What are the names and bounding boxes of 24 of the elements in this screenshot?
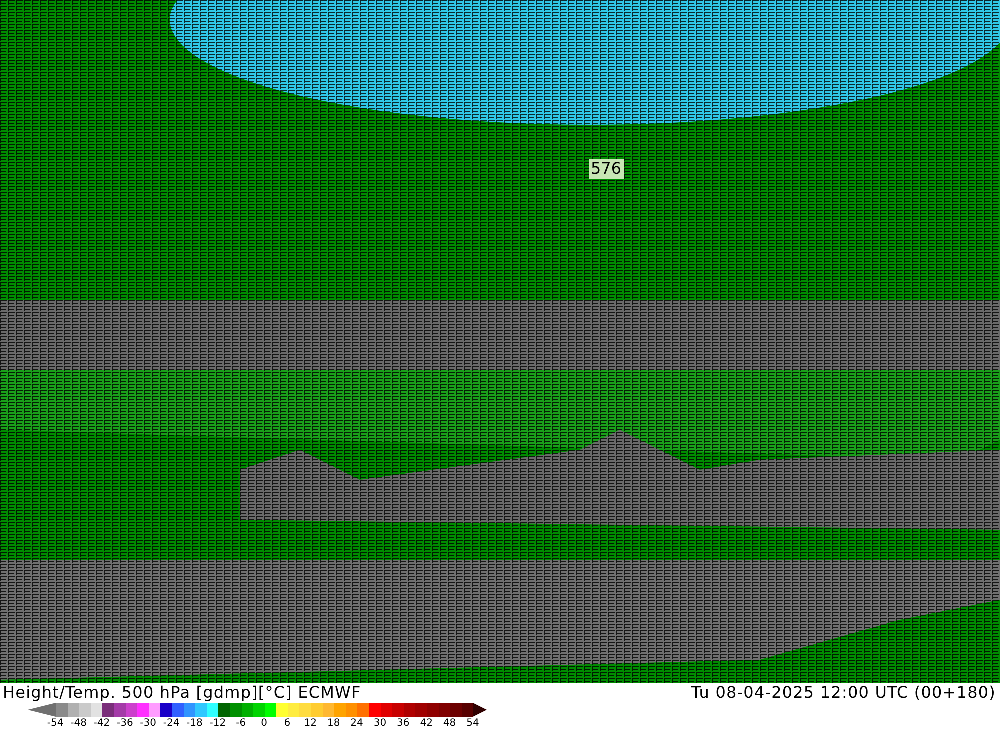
legend-tick-label: -24 (162, 717, 181, 730)
legend-tick-label: 12 (303, 717, 318, 730)
legend-tick-label: 30 (372, 717, 388, 730)
legend-tick-label: 24 (350, 717, 364, 730)
legend-tick-label: 18 (326, 717, 342, 730)
valid-time: Tu 08-04-2025 12:00 UTC (00+180) (691, 683, 997, 703)
contour-label: 576 (589, 159, 624, 179)
legend-tick-label: 36 (396, 717, 411, 730)
legend-tick-label: 42 (419, 717, 434, 730)
legend-tick-label: -42 (92, 717, 112, 730)
legend-right-arrow-icon (473, 703, 488, 717)
legend-tick-label: -54 (46, 717, 65, 730)
legend-tick-label: -6 (235, 717, 248, 730)
legend-tick-label: 54 (466, 717, 480, 730)
legend-tick-label: -12 (208, 717, 228, 730)
chart-title: Height/Temp. 500 hPa [gdmp][°C] ECMWF (3, 683, 362, 703)
legend-tick-label: -48 (70, 717, 88, 730)
legend-tick-label: 0 (260, 717, 268, 730)
legend-tick-label: -30 (139, 717, 158, 730)
legend-tick-label: -18 (186, 717, 204, 730)
legend-tick-label: 48 (442, 717, 458, 730)
legend-tick-label: 6 (283, 717, 292, 730)
legend-left-arrow-icon (28, 703, 56, 717)
legend-tick-label: -36 (116, 717, 134, 730)
